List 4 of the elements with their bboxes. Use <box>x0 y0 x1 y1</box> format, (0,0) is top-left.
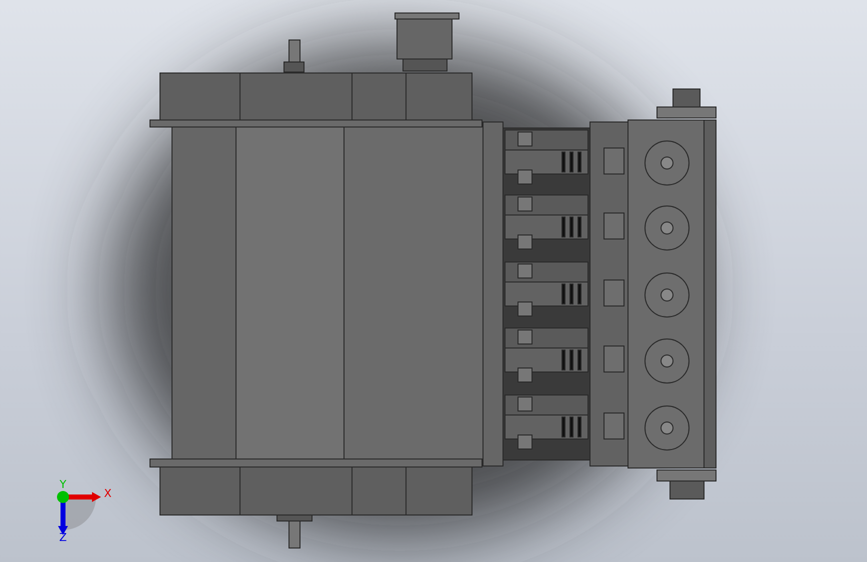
axis-label: X <box>104 487 112 500</box>
axis-label: Y <box>60 478 66 491</box>
axis-triad-drawing <box>57 491 101 535</box>
axis-label: Z <box>59 531 67 544</box>
